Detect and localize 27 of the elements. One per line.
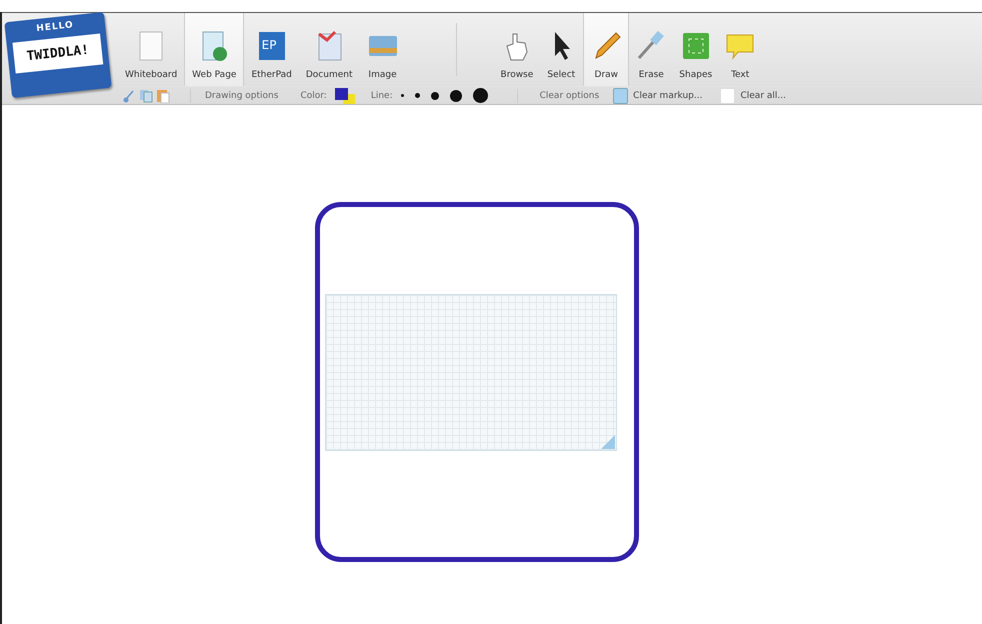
- line-width-dot[interactable]: [472, 88, 488, 104]
- color-label: Color:: [300, 90, 327, 101]
- line-width-dot[interactable]: [400, 94, 404, 98]
- toolbar-button[interactable]: Text: [718, 13, 762, 86]
- line-width-dot[interactable]: [430, 92, 439, 100]
- toolbar-button[interactable]: Shapes: [673, 13, 718, 86]
- line-width-dot[interactable]: [450, 90, 462, 102]
- toolbar-button[interactable]: Draw: [583, 13, 630, 86]
- toolbar-button[interactable]: Erase: [629, 13, 674, 86]
- toolbar-button[interactable]: EP EtherPad: [244, 13, 299, 86]
- clear-all-button[interactable]: Clear all...: [718, 88, 788, 104]
- logo-name: TWIDDLA!: [12, 34, 104, 74]
- toolbar-button[interactable]: Whiteboard: [118, 13, 184, 86]
- resize-handle[interactable]: [600, 435, 614, 449]
- toolbar-button[interactable]: Image: [360, 13, 406, 86]
- toolbar-button[interactable]: Web Page: [184, 13, 244, 86]
- pad-icon-label: EP: [262, 38, 276, 52]
- clear-markup-button[interactable]: Clear markup...: [611, 88, 704, 104]
- toolbar-button[interactable]: Select: [539, 13, 584, 86]
- line-width-dot[interactable]: [414, 93, 420, 98]
- toolbar-button[interactable]: Document: [298, 13, 360, 86]
- logo-hello: HELLO: [36, 20, 74, 34]
- color-swatch[interactable]: [334, 88, 357, 104]
- toolbar-button[interactable]: Browse: [494, 13, 540, 86]
- section-label: Clear options: [540, 90, 600, 101]
- line-label: Line:: [370, 90, 393, 101]
- section-label: Drawing options: [205, 90, 278, 101]
